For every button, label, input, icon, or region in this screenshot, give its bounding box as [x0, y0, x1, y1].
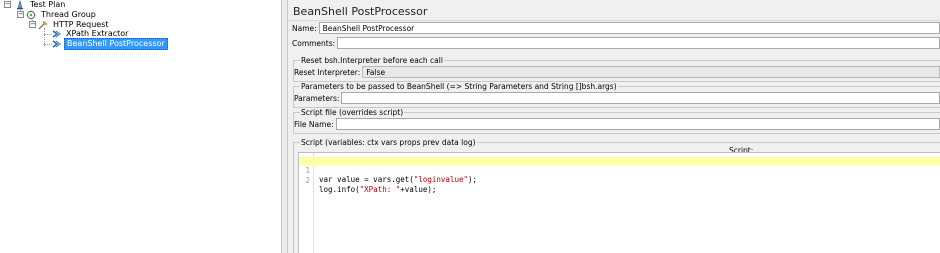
- page-title: BeanShell PostProcessor: [293, 5, 428, 18]
- name-label: Name:: [292, 23, 317, 33]
- group-title: Parameters to be passed to BeanShell (=>…: [300, 82, 618, 91]
- comments-label: Comments:: [292, 38, 336, 48]
- parameters-label: Parameters:: [294, 93, 340, 103]
- reset-interpreter-label: Reset Interpreter:: [294, 67, 361, 77]
- file-name-row: File Name:: [294, 118, 940, 130]
- beanshell-postprocessor-icon: [52, 40, 61, 48]
- script-editor[interactable]: 1 var value = vars.get("loginvalue"); 2 …: [298, 152, 940, 253]
- reset-interpreter-select[interactable]: False: [362, 66, 940, 78]
- collapse-thread-group-toggle[interactable]: −: [17, 11, 24, 18]
- parameters-field[interactable]: [341, 92, 940, 104]
- tree-item-label: Test Plan: [30, 0, 66, 9]
- thread-group-icon: [26, 10, 36, 20]
- test-plan-icon: [17, 0, 23, 10]
- tree-item-test-plan[interactable]: Test Plan: [15, 0, 67, 10]
- tree-item-label: BeanShell PostProcessor: [64, 38, 168, 50]
- code-text: log.info("XPath: "+value);: [319, 185, 437, 194]
- group-title: Reset bsh.Interpreter before each call: [300, 56, 444, 65]
- group-title: Script (variables: ctx vars props prev d…: [300, 138, 477, 147]
- file-name-field[interactable]: [335, 118, 940, 130]
- line-number: 2: [305, 176, 310, 185]
- tree-item-label: Thread Group: [41, 10, 96, 19]
- reset-interpreter-row: Reset Interpreter: False: [294, 66, 940, 78]
- tree-item-beanshell-postprocessor[interactable]: BeanShell PostProcessor: [51, 38, 168, 50]
- code-line: 1 var value = vars.get("loginvalue");: [299, 157, 940, 184]
- name-row: Name: BeanShell PostProcessor: [292, 22, 940, 34]
- code-line: 2 log.info("XPath: "+value);: [299, 167, 940, 194]
- collapse-test-plan-toggle[interactable]: −: [4, 1, 11, 8]
- name-field[interactable]: BeanShell PostProcessor: [318, 22, 940, 34]
- panel-splitter[interactable]: [281, 0, 288, 253]
- xpath-extractor-icon: [52, 30, 61, 38]
- collapse-http-request-toggle[interactable]: −: [29, 21, 36, 28]
- title-divider: [288, 20, 940, 21]
- parameters-row: Parameters:: [294, 92, 940, 104]
- code-text: var value = vars.get("loginvalue");: [319, 175, 478, 184]
- group-title: Script file (overrides script): [300, 108, 405, 117]
- comments-field[interactable]: [337, 37, 940, 49]
- file-name-label: File Name:: [294, 119, 334, 129]
- test-plan-tree[interactable]: − Test Plan − Thread Group − HTTP Reques…: [0, 0, 281, 253]
- comments-row: Comments:: [292, 37, 940, 49]
- http-request-icon: [38, 20, 48, 30]
- tree-item-thread-group[interactable]: Thread Group: [26, 10, 98, 20]
